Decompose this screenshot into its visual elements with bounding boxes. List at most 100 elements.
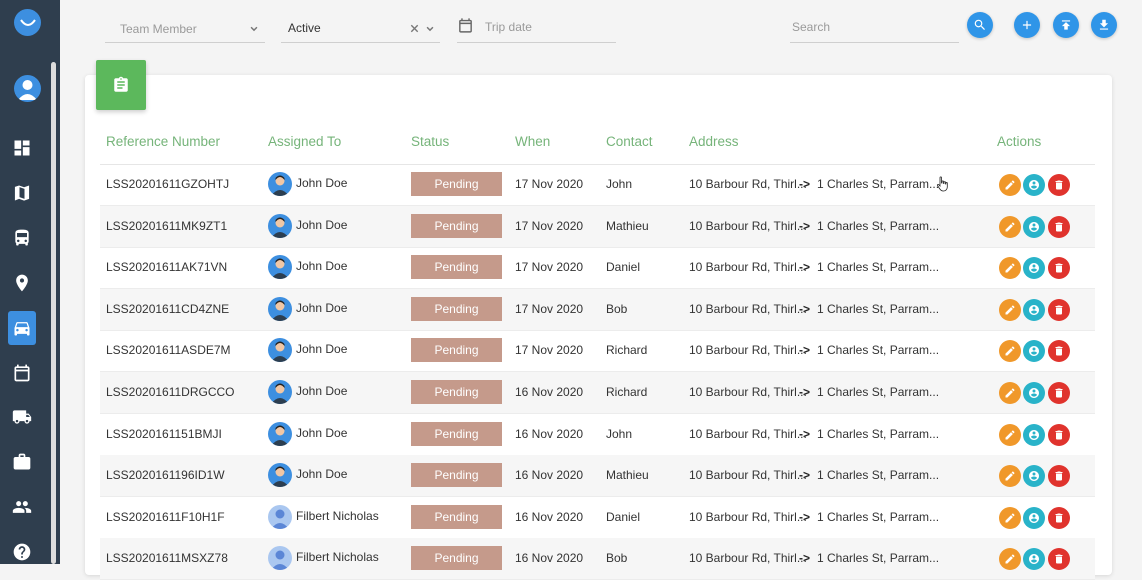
sidebar-scrollbar[interactable]: [51, 62, 56, 564]
briefcase-icon[interactable]: [8, 448, 36, 476]
address-from: 10 Barbour Rd, Thirl...: [689, 551, 807, 566]
assignee-avatar: [268, 172, 292, 196]
column-header[interactable]: Address: [689, 134, 739, 149]
trip-date: 16 Nov 2020: [515, 468, 584, 483]
user-icon: [1029, 471, 1039, 482]
reference-number: LSS2020161196ID1W: [106, 468, 225, 483]
status-badge: Pending: [411, 172, 502, 196]
delete-button[interactable]: [1048, 382, 1070, 404]
status-badge: Pending: [411, 463, 502, 488]
edit-button[interactable]: [999, 506, 1021, 529]
table-row[interactable]: LSS20201611ASDE7M John Doe Pending 17 Nov 2…: [100, 330, 1095, 373]
car-icon[interactable]: [8, 311, 36, 345]
edit-button[interactable]: [999, 340, 1021, 363]
address-arrow: ->: [799, 177, 811, 191]
address-arrow: ->: [799, 551, 811, 566]
view-contact-button[interactable]: [1023, 340, 1045, 363]
edit-button[interactable]: [999, 298, 1021, 321]
delete-button[interactable]: [1048, 506, 1070, 529]
status-select-value: Active: [288, 21, 321, 35]
search-icon: [974, 19, 985, 30]
table-row[interactable]: LSS20201611AK71VN John Doe Pending 17 Nov 2…: [100, 247, 1095, 290]
view-contact-button[interactable]: [1023, 548, 1045, 571]
edit-button[interactable]: [999, 465, 1021, 488]
edit-button[interactable]: [999, 215, 1021, 238]
delete-button[interactable]: [1048, 298, 1070, 321]
status-select[interactable]: Active: [281, 14, 440, 43]
address-arrow: ->: [799, 385, 811, 399]
view-contact-button[interactable]: [1023, 382, 1045, 404]
user-icon: [1029, 346, 1039, 357]
add-button[interactable]: [1014, 12, 1040, 38]
delete-button[interactable]: [1048, 423, 1070, 446]
trash-icon: [1055, 346, 1063, 356]
column-header[interactable]: Assigned To: [268, 134, 341, 149]
assigned-to: John Doe: [296, 217, 348, 232]
dashboard-icon[interactable]: [8, 134, 36, 162]
view-contact-button[interactable]: [1023, 465, 1045, 488]
app-logo[interactable]: [14, 9, 41, 36]
view-contact-button[interactable]: [1023, 506, 1045, 529]
edit-button[interactable]: [999, 257, 1021, 280]
address-to: 1 Charles St, Parram...: [817, 509, 940, 524]
edit-icon: [1005, 263, 1015, 273]
trip-date: 17 Nov 2020: [515, 260, 584, 275]
view-contact-button[interactable]: [1023, 423, 1045, 446]
edit-button[interactable]: [999, 174, 1021, 196]
view-contact-button[interactable]: [1023, 215, 1045, 238]
table-row[interactable]: LSS20201611CD4ZNE John Doe Pending 17 Nov 2…: [100, 288, 1095, 331]
table-row[interactable]: LSS20201611DRGCCO John Doe Pending 16 Nov 2…: [100, 372, 1095, 414]
table-row[interactable]: LSS20201611F10H1F Filbert Nicholas Pending…: [100, 497, 1095, 539]
assigned-to: John Doe: [296, 342, 348, 357]
search-button[interactable]: [967, 12, 993, 38]
column-header[interactable]: When: [515, 134, 550, 149]
upload-icon: [1061, 20, 1071, 30]
search-input[interactable]: Search: [790, 14, 959, 43]
delete-button[interactable]: [1048, 465, 1070, 488]
assigned-to: John Doe: [296, 300, 348, 315]
table-row[interactable]: LSS20201611MSXZ78 Filbert Nicholas Pending…: [100, 538, 1095, 580]
delete-button[interactable]: [1048, 340, 1070, 363]
user-avatar[interactable]: [14, 75, 41, 102]
location-pin-icon[interactable]: [8, 269, 36, 297]
column-header[interactable]: Contact: [606, 134, 653, 149]
delete-button[interactable]: [1048, 548, 1070, 571]
trip-date: 16 Nov 2020: [515, 509, 584, 524]
trip-date: 16 Nov 2020: [515, 426, 584, 441]
download-button[interactable]: [1091, 12, 1117, 38]
delete-button[interactable]: [1048, 215, 1070, 238]
edit-icon: [1005, 305, 1015, 315]
column-header[interactable]: Reference Number: [106, 134, 220, 149]
view-contact-button[interactable]: [1023, 174, 1045, 196]
help-icon[interactable]: [8, 538, 36, 566]
edit-button[interactable]: [999, 423, 1021, 446]
delete-button[interactable]: [1048, 174, 1070, 196]
truck-icon[interactable]: [8, 403, 36, 431]
trip-date-field[interactable]: Trip date: [457, 14, 616, 43]
edit-button[interactable]: [999, 382, 1021, 404]
team-member-select[interactable]: Team Member: [105, 14, 265, 43]
hand-cursor-icon: [936, 176, 948, 192]
upload-button[interactable]: [1053, 12, 1079, 38]
trip-date: 17 Nov 2020: [515, 177, 584, 191]
map-icon[interactable]: [8, 179, 36, 207]
clipboard-icon: [96, 60, 146, 110]
table-row[interactable]: LSS2020161151BMJI John Doe Pending 16 Nov 2…: [100, 414, 1095, 456]
view-contact-button[interactable]: [1023, 298, 1045, 321]
view-contact-button[interactable]: [1023, 257, 1045, 280]
column-header[interactable]: Status: [411, 134, 449, 149]
address-from: 10 Barbour Rd, Thirl...: [689, 385, 807, 399]
bus-icon[interactable]: [8, 224, 36, 252]
table-row[interactable]: LSS20201611MK9ZT1 John Doe Pending 17 Nov 2…: [100, 205, 1095, 248]
clear-icon[interactable]: [409, 23, 420, 34]
calendar-icon[interactable]: [8, 359, 36, 387]
status-badge: Pending: [411, 380, 502, 404]
edit-button[interactable]: [999, 548, 1021, 571]
status-badge: Pending: [411, 546, 502, 571]
table-row[interactable]: LSS2020161196ID1W John Doe Pending 16 Nov 2…: [100, 455, 1095, 498]
delete-button[interactable]: [1048, 257, 1070, 280]
team-member-placeholder: Team Member: [120, 22, 197, 36]
assigned-to: Filbert Nicholas: [296, 508, 379, 523]
people-icon[interactable]: [8, 493, 36, 521]
address-arrow: ->: [799, 509, 811, 524]
